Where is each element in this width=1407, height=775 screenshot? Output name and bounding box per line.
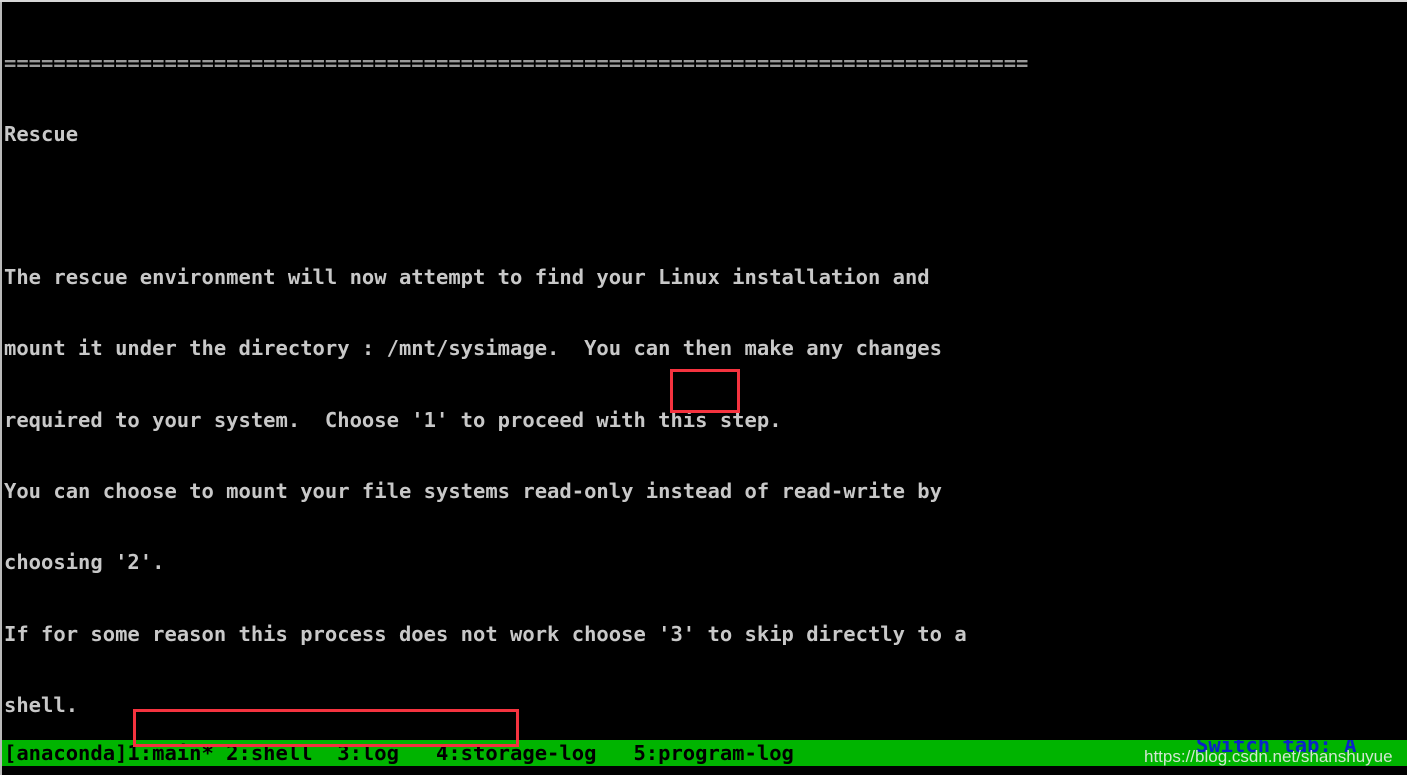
description-line: choosing '2'.: [4, 550, 165, 575]
terminal-screen: ========================================…: [0, 0, 1407, 775]
separator-rule: ========================================…: [4, 50, 1029, 75]
console-output: ========================================…: [4, 4, 1404, 740]
description-line: mount it under the directory : /mnt/sysi…: [4, 336, 942, 361]
description-line: shell.: [4, 693, 79, 718]
status-bar-windows[interactable]: [anaconda]1:main* 2:shell 3:log 4:storag…: [4, 740, 794, 766]
description-line: The rescue environment will now attempt …: [4, 264, 930, 289]
tmux-status-bar[interactable]: [anaconda]1:main* 2:shell 3:log 4:storag…: [0, 740, 1407, 766]
description-line: If for some reason this process does not…: [4, 621, 967, 646]
status-bar-switch-tab-hint: Switch tab: A: [1196, 740, 1357, 757]
description-line: required to your system. Choose '1' to p…: [4, 407, 782, 432]
description-line: You can choose to mount your file system…: [4, 478, 942, 503]
bottom-strip: [0, 766, 1407, 775]
heading-rescue: Rescue: [4, 121, 79, 146]
